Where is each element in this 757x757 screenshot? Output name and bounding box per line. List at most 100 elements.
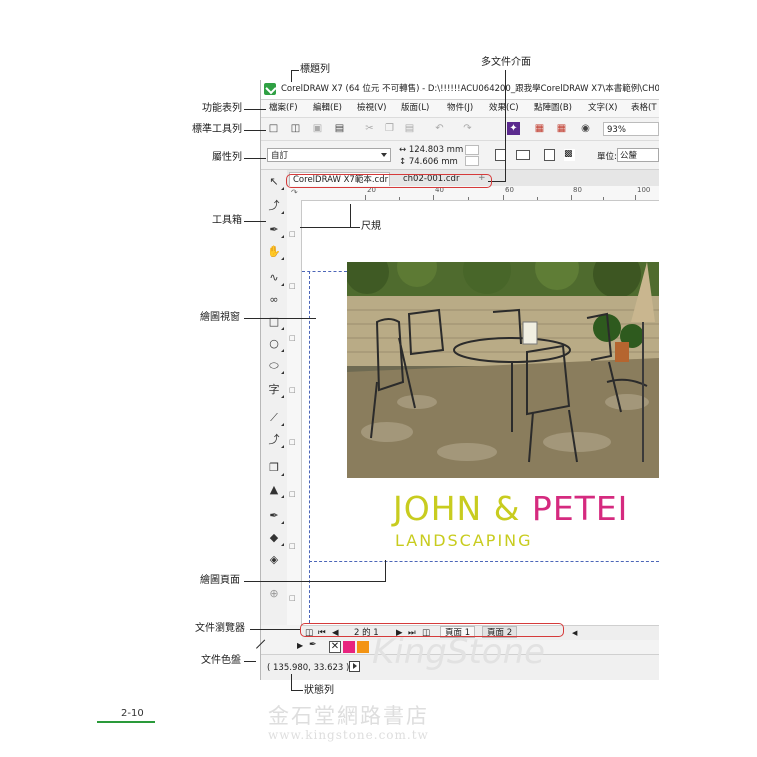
height-spinner[interactable]	[465, 156, 479, 166]
parallel-dimension-icon[interactable]: ⟋	[266, 410, 284, 426]
menu-file[interactable]: 檔案(F)	[269, 100, 298, 117]
pan-tool-icon[interactable]: ✋	[266, 244, 284, 260]
watermark-logo: KingStone	[372, 632, 546, 672]
height-icon: ↕	[399, 157, 407, 167]
print-icon[interactable]: ▤	[333, 122, 346, 135]
import-icon[interactable]: ▦	[533, 122, 546, 135]
label-document-palette: 文件色盤	[201, 655, 241, 666]
ruler-tick: 80	[573, 186, 582, 194]
menu-bitmaps[interactable]: 點陣圖(B)	[534, 100, 572, 117]
page-guide-left	[309, 271, 310, 625]
horizontal-ruler[interactable]: ↷ 20 40 60 80 100	[287, 186, 659, 201]
artistic-media-icon[interactable]: ∞	[266, 292, 282, 308]
palette-eyedropper-icon[interactable]: ✒	[309, 640, 317, 650]
freehand-tool-icon[interactable]: ∿	[266, 270, 284, 286]
search-content-icon[interactable]: ✦	[507, 122, 520, 135]
coreldraw-window: CorelDRAW X7 (64 位元 不可轉售) - D:\!!!!!!ACU…	[260, 80, 659, 680]
menu-bar: 檔案(F) 編輯(E) 檢視(V) 版面(L) 物件(J) 效果(C) 點陣圖(…	[261, 100, 659, 118]
redo-icon[interactable]: ↷	[461, 122, 474, 135]
page-width-value: 124.803 mm	[408, 145, 464, 155]
property-bar: 自訂 ↔ 124.803 mm ↕ 74.606 mm ▩ 單位: 公釐	[261, 141, 659, 170]
rectangle-tool-icon[interactable]: □	[266, 314, 284, 330]
export-icon[interactable]: ▦	[555, 122, 568, 135]
watermark-store-name: 金石堂網路書店	[268, 704, 429, 728]
width-icon: ↔	[399, 145, 407, 155]
brand-subheading[interactable]: LANDSCAPING	[395, 531, 533, 550]
vertical-ruler[interactable]: □ □ □ □ □ □ □ □	[287, 200, 302, 625]
units-select[interactable]: 公釐	[617, 148, 659, 162]
zoom-level-field[interactable]: 93%	[603, 122, 659, 136]
landscape-icon[interactable]	[516, 150, 530, 160]
label-property-bar: 屬性列	[212, 152, 242, 163]
ruler-origin-icon[interactable]: ↷	[291, 188, 298, 197]
menu-view[interactable]: 檢視(V)	[357, 100, 386, 117]
label-document-navigator: 文件瀏覽器	[195, 623, 245, 634]
ellipse-tool-icon[interactable]: ○	[266, 336, 284, 352]
coreldraw-logo-icon	[264, 83, 276, 95]
new-document-icon[interactable]: □	[267, 122, 280, 135]
all-pages-icon[interactable]	[544, 149, 555, 161]
status-expand-icon[interactable]	[349, 661, 360, 672]
standard-toolbar: □ ◫ ▣ ▤ ✂ ❐ ▤ ↶ ↷ ✦ ▦ ▦ ◉ 93%	[261, 118, 659, 141]
no-color-swatch[interactable]: ✕	[329, 641, 341, 653]
smart-fill-icon[interactable]: ◈	[266, 552, 282, 568]
publish-pdf-icon[interactable]: ◉	[579, 122, 592, 135]
page-width-field[interactable]: ↔ 124.803 mm	[399, 145, 463, 155]
menu-table[interactable]: 表格(T	[631, 100, 657, 117]
pick-tool-icon[interactable]: ↖	[266, 174, 284, 190]
cut-icon[interactable]: ✂	[363, 122, 376, 135]
label-status-bar: 狀態列	[304, 685, 334, 696]
page-height-field[interactable]: ↕ 74.606 mm	[399, 157, 458, 167]
page-number: 2-10	[121, 708, 144, 719]
label-drawing-page: 繪圖頁面	[200, 575, 240, 586]
label-multi-document: 多文件介面	[481, 57, 531, 68]
watermark-url: www.kingstone.com.tw	[268, 728, 429, 742]
navigator-highlight	[300, 623, 564, 637]
paper-type-value: 自訂	[271, 151, 289, 161]
palette-scroll-icon[interactable]: ▶	[297, 641, 303, 650]
width-spinner[interactable]	[465, 145, 479, 155]
units-label: 單位:	[597, 152, 617, 162]
connector-tool-icon[interactable]: ⤴	[266, 432, 284, 448]
drawing-window[interactable]: JOHN & PETEI LANDSCAPING	[302, 201, 659, 625]
brand-heading[interactable]: JOHN & PETEI	[393, 489, 628, 528]
drop-shadow-icon[interactable]: ❐	[266, 460, 284, 476]
interactive-fill-icon[interactable]: ◆	[266, 530, 284, 546]
menu-layout[interactable]: 版面(L)	[401, 100, 429, 117]
scroll-left-icon[interactable]: ◀	[572, 626, 577, 640]
current-page-icon[interactable]: ▩	[564, 149, 575, 161]
label-standard-toolbar: 標準工具列	[192, 124, 242, 135]
shape-tool-icon[interactable]: ⤴	[266, 198, 284, 214]
eyedropper-icon[interactable]: ✒	[266, 508, 284, 524]
crop-tool-icon[interactable]: ✒	[266, 222, 284, 238]
brand-heading-part1: JOHN &	[393, 489, 532, 528]
paste-icon[interactable]: ▤	[403, 122, 416, 135]
color-swatch[interactable]	[343, 641, 355, 653]
patio-photo[interactable]	[347, 262, 659, 478]
window-title: CorelDRAW X7 (64 位元 不可轉售) - D:\!!!!!!ACU…	[281, 84, 659, 94]
chevron-down-icon	[381, 153, 387, 157]
label-toolbox: 工具箱	[212, 215, 242, 226]
save-icon[interactable]: ▣	[311, 122, 324, 135]
menu-effects[interactable]: 效果(C)	[489, 100, 519, 117]
polygon-tool-icon[interactable]: ⬭	[266, 358, 284, 374]
tabs-highlight	[286, 174, 492, 188]
label-drawing-window: 繪圖視窗	[200, 312, 240, 323]
add-tool-icon[interactable]: ⊕	[266, 586, 282, 602]
menu-object[interactable]: 物件(J)	[447, 100, 473, 117]
text-tool-icon[interactable]: 字	[266, 382, 284, 398]
transparency-tool-icon[interactable]: ▲	[266, 482, 284, 498]
open-folder-icon[interactable]: ◫	[289, 122, 302, 135]
title-bar: CorelDRAW X7 (64 位元 不可轉售) - D:\!!!!!!ACU…	[261, 80, 659, 100]
menu-text[interactable]: 文字(X)	[588, 100, 617, 117]
paper-type-select[interactable]: 自訂	[267, 148, 391, 162]
page-guide-bottom	[309, 561, 659, 562]
undo-icon[interactable]: ↶	[433, 122, 446, 135]
toolbox: ↖ ⤴ ✒ ✋ ∿ ∞ □ ○ ⬭ 字 ⟋ ⤴ ❐ ▲ ✒ ◆ ◈ ⊕	[261, 170, 288, 625]
color-swatch[interactable]	[357, 641, 369, 653]
copy-icon[interactable]: ❐	[383, 122, 396, 135]
menu-edit[interactable]: 編輯(E)	[313, 100, 342, 117]
cursor-coordinates: ( 135.980, 33.623 )	[267, 663, 350, 673]
label-title-bar: 標題列	[300, 64, 330, 75]
label-ruler: 尺規	[361, 221, 381, 232]
